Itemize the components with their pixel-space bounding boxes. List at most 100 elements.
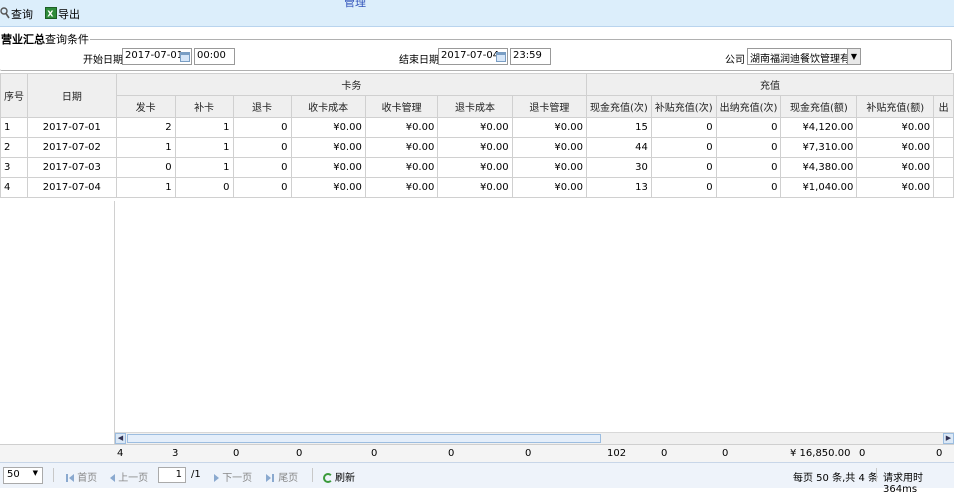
table-cell: 1 (174, 117, 234, 138)
query-button[interactable]: 查询 (0, 6, 33, 22)
table-cell: 0 (650, 137, 717, 158)
table-cell: ¥0.00 (511, 177, 588, 198)
pagination-bar: 50 ▼ 首页 上一页 1 /1 下一页 尾页 刷新 每页 50 条,共 4 条… (0, 462, 954, 495)
page-summary: 每页 50 条,共 4 条 (793, 473, 878, 484)
table-cell: 0 (232, 117, 292, 138)
table-cell: 0 (715, 117, 782, 138)
table-row[interactable]: 2 2017-07-02 1 1 0 ¥0.00 ¥0.00 ¥0.00 ¥0.00 44 0 0 ¥7… (0, 137, 954, 158)
column-header[interactable]: 出 (933, 95, 954, 118)
column-header[interactable]: 补贴充值(额) (856, 95, 935, 118)
divider (114, 201, 115, 445)
table-cell: ¥4,120.00 (780, 117, 858, 138)
first-page-button[interactable]: 首页 (65, 469, 97, 484)
divider (53, 468, 54, 482)
table-row[interactable]: 4 2017-07-04 1 0 0 ¥0.00 ¥0.00 ¥0.00 ¥0.00 13 0 0 ¥1… (0, 177, 954, 198)
end-calendar-icon[interactable] (496, 52, 506, 62)
column-header[interactable]: 补贴充值(次) (650, 95, 717, 118)
total-cell: 0 (859, 448, 866, 459)
column-header-seq[interactable]: 序号 (0, 73, 28, 118)
chevron-down-icon[interactable]: ▼ (847, 49, 860, 64)
total-cell: ¥ 16,850.00 (790, 448, 851, 459)
table-cell: ¥0.00 (290, 177, 366, 198)
scrollbar-thumb[interactable] (127, 434, 601, 443)
last-page-button[interactable]: 尾页 (266, 469, 298, 484)
table-cell: 0 (174, 177, 234, 198)
table-cell: 0 (650, 177, 717, 198)
last-page-icon (266, 474, 271, 482)
column-header[interactable]: 收卡管理 (364, 95, 439, 118)
table-cell: 0 (232, 137, 292, 158)
column-header-date[interactable]: 日期 (27, 73, 117, 118)
end-date-label: 结束日期 (399, 55, 439, 66)
start-time-input[interactable]: 00:00 (194, 48, 235, 65)
row-date-cell: 2017-07-02 (27, 137, 117, 158)
table-row[interactable]: 3 2017-07-03 0 1 0 ¥0.00 ¥0.00 ¥0.00 ¥0.00 30 0 0 ¥4… (0, 157, 954, 178)
data-table: 序号 日期 卡务 充值 发卡 补卡 退卡 收卡成本 收卡管理 退卡成本 退卡管理… (0, 73, 954, 198)
column-header[interactable]: 现金充值(额) (780, 95, 858, 118)
column-header[interactable]: 现金充值(次) (586, 95, 652, 118)
svg-text:X: X (47, 9, 54, 18)
table-cell: ¥0.00 (856, 137, 935, 158)
panel-title: 营业汇总 (1, 33, 45, 46)
first-page-icon (66, 474, 68, 482)
table-cell: ¥7,310.00 (780, 137, 858, 158)
table-cell: ¥0.00 (437, 137, 513, 158)
start-calendar-icon[interactable] (180, 52, 190, 62)
table-cell: ¥0.00 (290, 117, 366, 138)
table-cell: ¥0.00 (856, 157, 935, 178)
table-cell: ¥0.00 (511, 117, 588, 138)
total-cell: 0 (722, 448, 729, 459)
row-seq-cell: 1 (0, 117, 28, 138)
column-header[interactable]: 退卡成本 (437, 95, 513, 118)
table-cell: ¥0.00 (437, 117, 513, 138)
column-header[interactable]: 出纳充值(次) (715, 95, 782, 118)
scroll-right-icon[interactable]: ▶ (943, 433, 954, 444)
chevron-down-icon: ▼ (32, 469, 38, 477)
total-cell: 0 (936, 448, 943, 459)
table-cell: ¥0.00 (364, 177, 439, 198)
table-cell: ¥0.00 (856, 117, 935, 138)
table-cell: ¥0.00 (437, 177, 513, 198)
table-cell: 44 (586, 137, 652, 158)
column-header[interactable]: 收卡成本 (290, 95, 366, 118)
prev-page-button[interactable]: 上一页 (110, 469, 148, 484)
divider (312, 468, 313, 482)
scroll-left-icon[interactable]: ◀ (115, 433, 126, 444)
table-cell: ¥0.00 (290, 157, 366, 178)
column-header[interactable]: 退卡 (232, 95, 292, 118)
export-label: 导出 (58, 8, 80, 21)
table-cell: 0 (715, 137, 782, 158)
column-header[interactable]: 退卡管理 (511, 95, 588, 118)
panel-subtitle: 查询条件 (45, 33, 89, 46)
column-header[interactable]: 发卡 (115, 95, 176, 118)
next-page-button[interactable]: 下一页 (214, 469, 252, 484)
table-cell: ¥0.00 (364, 117, 439, 138)
total-cell: 3 (172, 448, 179, 459)
current-page-input[interactable]: 1 (158, 467, 186, 483)
column-header[interactable]: 补卡 (174, 95, 234, 118)
horizontal-scrollbar[interactable]: ◀ ▶ (115, 432, 954, 444)
excel-icon: X (45, 6, 57, 22)
table-cell: 0 (232, 157, 292, 178)
request-elapsed: 请求用时364ms (883, 473, 923, 495)
total-cell: 0 (661, 448, 668, 459)
table-cell (933, 157, 954, 178)
table-cell: ¥1,040.00 (780, 177, 858, 198)
total-cell: 0 (233, 448, 240, 459)
page-size-value: 50 (7, 469, 20, 480)
table-cell: 2 (115, 117, 176, 138)
table-cell: 0 (232, 177, 292, 198)
refresh-button[interactable]: 刷新 (323, 469, 355, 484)
page-size-select[interactable]: 50 ▼ (3, 467, 43, 484)
table-row[interactable]: 1 2017-07-01 2 1 0 ¥0.00 ¥0.00 ¥0.00 ¥0.00 15 0 0 ¥4… (0, 117, 954, 138)
table-cell: 1 (174, 157, 234, 178)
export-button[interactable]: X 导出 (45, 6, 80, 22)
company-label: 公司 (725, 55, 745, 66)
search-icon (0, 6, 10, 22)
company-select[interactable]: 湖南福润迪餐饮管理有 ▼ (747, 48, 861, 65)
total-cell: 0 (525, 448, 532, 459)
table-cell: ¥0.00 (437, 157, 513, 178)
end-time-input[interactable]: 23:59 (510, 48, 551, 65)
table-cell: ¥0.00 (511, 137, 588, 158)
table-cell: 0 (650, 157, 717, 178)
